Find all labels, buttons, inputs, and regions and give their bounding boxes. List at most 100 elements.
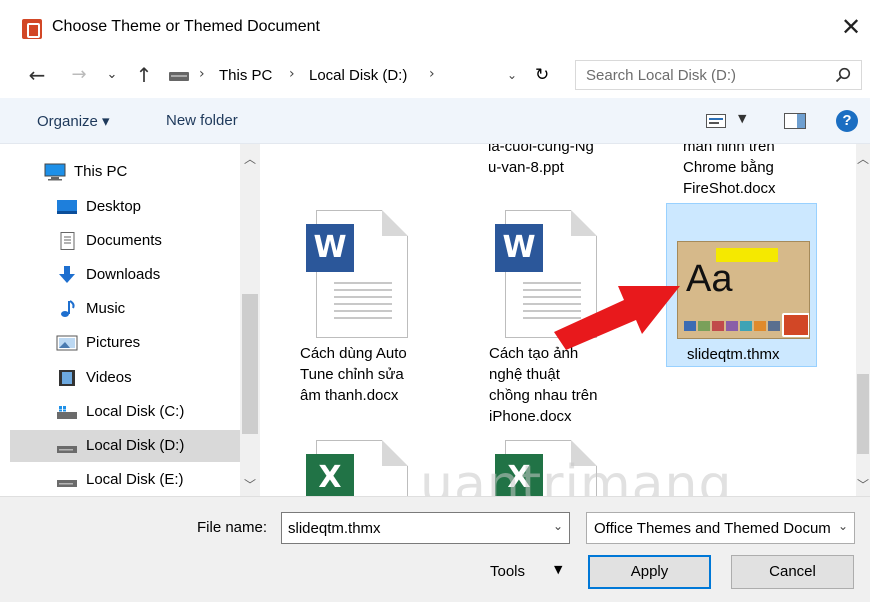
scroll-down-arrow-icon[interactable]: ﹀ bbox=[242, 476, 258, 493]
color-swatch bbox=[726, 321, 738, 331]
sidebar-item-documents[interactable]: Documents bbox=[10, 225, 240, 257]
chevron-right-icon: › bbox=[429, 66, 435, 82]
desktop-icon bbox=[57, 200, 77, 214]
dialog-footer: File name: slideqtm.thmx ⌄ Office Themes… bbox=[0, 496, 870, 602]
excel-badge-icon: X bbox=[306, 454, 354, 496]
organize-button[interactable]: Organize ▾ bbox=[37, 112, 110, 130]
file-name[interactable]: Cách dùng Auto Tune chỉnh sửa âm thanh.d… bbox=[300, 343, 407, 406]
pc-icon bbox=[44, 163, 66, 181]
sidebar-item-downloads[interactable]: Downloads bbox=[10, 259, 240, 291]
downloads-icon bbox=[59, 266, 75, 283]
file-name-line: Chrome bằng bbox=[683, 159, 774, 176]
content-scrollbar[interactable]: ︿ ﹀ bbox=[856, 144, 870, 496]
color-swatch bbox=[754, 321, 766, 331]
navigation-pane: This PC Desktop Documents Downloads Musi… bbox=[10, 144, 260, 496]
chevron-down-icon[interactable]: ⌄ bbox=[507, 68, 517, 82]
search-placeholder: Search Local Disk (D:) bbox=[586, 67, 737, 84]
file-name-line: man hinh tren bbox=[683, 144, 775, 155]
file-name-line: Tune chỉnh sửa bbox=[300, 366, 404, 383]
videos-icon bbox=[59, 370, 75, 386]
text-lines bbox=[334, 282, 392, 322]
sidebar-item-desktop[interactable]: Desktop bbox=[10, 191, 240, 223]
help-button[interactable]: ? bbox=[836, 110, 858, 132]
red-annotation-arrow bbox=[554, 286, 680, 350]
file-name-line: Cách dùng Auto bbox=[300, 345, 407, 362]
scroll-down-arrow-icon[interactable]: ﹀ bbox=[855, 476, 870, 493]
forward-button[interactable]: → bbox=[66, 62, 92, 88]
word-document-icon[interactable]: W bbox=[306, 210, 408, 338]
command-toolbar: Organize ▾ New folder ▼ ? bbox=[0, 98, 870, 144]
breadcrumb-this-pc[interactable]: This PC bbox=[219, 67, 272, 84]
back-button[interactable]: ← bbox=[24, 62, 50, 88]
file-name[interactable]: man hinh tren Chrome bằng FireShot.docx bbox=[683, 144, 776, 199]
sidebar-item-label: Documents bbox=[86, 232, 162, 249]
window-title: Choose Theme or Themed Document bbox=[52, 18, 320, 35]
file-list: la-cuoi-cung-Ng u-van-8.ppt man hinh tre… bbox=[262, 144, 856, 496]
sidebar-scrollbar[interactable]: ︿ ﹀ bbox=[240, 144, 260, 496]
word-badge-icon: W bbox=[306, 224, 354, 272]
tools-button[interactable]: Tools bbox=[490, 563, 525, 580]
file-name-line: nghệ thuật bbox=[489, 366, 560, 383]
sidebar-item-this-pc[interactable]: This PC bbox=[10, 156, 240, 188]
drive-icon bbox=[57, 480, 77, 487]
scrollbar-thumb[interactable] bbox=[242, 294, 258, 434]
file-name-line: la-cuoi-cung-Ng bbox=[488, 144, 594, 155]
file-name-label: File name: bbox=[197, 519, 268, 536]
drive-icon bbox=[169, 72, 189, 81]
scroll-up-arrow-icon[interactable]: ︿ bbox=[242, 150, 258, 167]
file-name-line: âm thanh.docx bbox=[300, 387, 399, 404]
file-type-value: Office Themes and Themed Documents bbox=[594, 520, 830, 537]
excel-document-icon[interactable]: X bbox=[306, 440, 408, 496]
sidebar-item-local-disk-d[interactable]: Local Disk (D:) bbox=[10, 430, 240, 462]
powerpoint-badge-icon bbox=[782, 313, 809, 337]
tools-dropdown-arrow-icon[interactable]: ▼ bbox=[554, 563, 562, 576]
title-bar: Choose Theme or Themed Document ✕ bbox=[0, 0, 870, 56]
refresh-button[interactable]: ↻ bbox=[535, 65, 549, 85]
search-input[interactable]: Search Local Disk (D:) bbox=[575, 60, 862, 90]
word-badge-icon: W bbox=[495, 224, 543, 272]
file-name[interactable]: la-cuoi-cung-Ng u-van-8.ppt bbox=[488, 144, 594, 178]
address-bar[interactable]: › This PC › Local Disk (D:) › ⌄ ↻ bbox=[160, 60, 559, 90]
chevron-down-icon: ⌄ bbox=[837, 519, 848, 533]
powerpoint-app-icon bbox=[22, 19, 42, 39]
sidebar-item-music[interactable]: Music bbox=[10, 293, 240, 325]
up-button[interactable]: ↑ bbox=[132, 62, 156, 88]
color-swatch bbox=[740, 321, 752, 331]
chevron-down-icon[interactable]: ⌄ bbox=[553, 519, 563, 533]
sidebar-item-label: Local Disk (E:) bbox=[86, 471, 184, 488]
view-dropdown-arrow-icon[interactable]: ▼ bbox=[738, 112, 746, 125]
recent-locations-button[interactable]: ⌄ bbox=[102, 62, 122, 88]
new-folder-button[interactable]: New folder bbox=[166, 112, 238, 129]
view-options-icon[interactable] bbox=[706, 114, 726, 128]
file-name-line: chồng nhau trên bbox=[489, 387, 598, 404]
file-name-line: FireShot.docx bbox=[683, 180, 776, 197]
sidebar-item-videos[interactable]: Videos bbox=[10, 362, 240, 394]
scrollbar-thumb[interactable] bbox=[857, 374, 869, 454]
sidebar-item-pictures[interactable]: Pictures bbox=[10, 327, 240, 359]
drive-icon bbox=[57, 446, 77, 453]
scroll-up-arrow-icon[interactable]: ︿ bbox=[855, 150, 870, 167]
sidebar-item-label: Videos bbox=[86, 369, 132, 386]
search-icon[interactable] bbox=[835, 67, 851, 83]
chevron-right-icon: › bbox=[289, 66, 295, 82]
file-name[interactable]: Cách tạo ảnh nghệ thuật chồng nhau trên … bbox=[489, 343, 597, 427]
sidebar-item-label: Pictures bbox=[86, 334, 141, 351]
file-type-select[interactable]: Office Themes and Themed Documents ⌄ bbox=[586, 512, 855, 544]
cancel-button[interactable]: Cancel bbox=[731, 555, 854, 589]
file-name-line: iPhone.docx bbox=[489, 408, 572, 425]
sidebar-item-label: This PC bbox=[74, 163, 128, 180]
sidebar-item-label: Music bbox=[86, 300, 126, 317]
close-button[interactable]: ✕ bbox=[836, 12, 866, 42]
sidebar-item-local-disk-c[interactable]: Local Disk (C:) bbox=[10, 396, 240, 428]
preview-pane-icon[interactable] bbox=[784, 113, 806, 129]
breadcrumb-local-disk-d[interactable]: Local Disk (D:) bbox=[309, 67, 407, 84]
pictures-icon bbox=[56, 335, 78, 351]
sidebar-item-local-disk-e[interactable]: Local Disk (E:) bbox=[10, 464, 240, 496]
sidebar-item-label: Downloads bbox=[86, 266, 161, 283]
chevron-right-icon: › bbox=[199, 66, 205, 82]
sidebar-item-label: Local Disk (C:) bbox=[86, 403, 185, 420]
file-name-input[interactable]: slideqtm.thmx ⌄ bbox=[281, 512, 570, 544]
sidebar-item-label: Local Disk (D:) bbox=[86, 437, 185, 454]
sidebar-item-label: Desktop bbox=[86, 198, 142, 215]
apply-button[interactable]: Apply bbox=[588, 555, 711, 589]
